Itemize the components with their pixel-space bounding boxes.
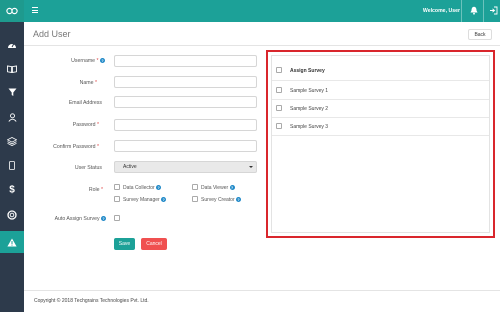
help-icon[interactable]: ?: [101, 216, 106, 222]
help-icon[interactable]: ?: [100, 58, 105, 64]
password-input[interactable]: [114, 119, 257, 131]
help-icon[interactable]: ?: [161, 197, 167, 203]
username-input[interactable]: [114, 55, 257, 67]
logo[interactable]: [0, 0, 24, 22]
assign-survey-panel: Assign Survey Sample Survey 1 Sample Sur…: [266, 50, 495, 238]
sidebar-item-mobile[interactable]: [0, 155, 24, 175]
role-survey-creator-label: Survey Creator ?: [201, 197, 242, 203]
role-survey-creator-checkbox[interactable]: [192, 196, 198, 202]
support-icon: [7, 210, 17, 220]
warning-icon: [7, 238, 17, 246]
assign-survey-header-row: Assign Survey: [272, 62, 489, 81]
user-status-label: User Status: [74, 165, 102, 171]
help-icon[interactable]: ?: [229, 185, 235, 191]
topbar-divider: [483, 0, 484, 22]
menu-icon[interactable]: [32, 7, 38, 15]
list-item[interactable]: Sample Survey 1: [272, 82, 489, 100]
dashboard-icon: [8, 42, 16, 48]
username-label: Username * ?: [71, 58, 105, 64]
footer: Copyright © 2018 Techgrains Technologies…: [24, 290, 500, 312]
layers-icon: [7, 136, 17, 146]
page-header: Add User Back: [24, 22, 500, 46]
svg-text:$: $: [9, 185, 15, 195]
sidebar-item-support[interactable]: [0, 205, 24, 225]
password-label: Password *: [72, 122, 99, 128]
auto-assign-label: Auto Assign Survey ?: [54, 216, 106, 222]
logout-button[interactable]: [489, 6, 498, 17]
role-data-viewer-label: Data Viewer ?: [201, 185, 235, 191]
survey-name: Sample Survey 3: [290, 124, 329, 130]
infinity-logo-icon: [6, 7, 18, 15]
role-survey-manager-label: Survey Manager ?: [123, 197, 167, 203]
assign-survey-header: Assign Survey: [290, 68, 325, 74]
role-data-collector-label: Data Collector ?: [123, 185, 162, 191]
list-item[interactable]: Sample Survey 2: [272, 100, 489, 118]
notifications-button[interactable]: [470, 6, 478, 17]
list-item[interactable]: Sample Survey 3: [272, 118, 489, 136]
help-icon[interactable]: ?: [156, 185, 162, 191]
user-status-select[interactable]: Active: [114, 161, 257, 173]
sidebar-item-dashboard[interactable]: [0, 34, 24, 54]
dollar-icon: $: [9, 185, 15, 195]
email-label: Email Address: [68, 100, 102, 106]
role-survey-manager-checkbox[interactable]: [114, 196, 120, 202]
copyright-text: Copyright © 2018 Techgrains Technologies…: [34, 298, 149, 304]
page-title: Add User: [33, 29, 71, 39]
cancel-button[interactable]: Cancel: [141, 238, 167, 250]
sign-out-icon: [490, 6, 498, 15]
back-button[interactable]: Back: [468, 29, 492, 40]
user-status-value: Active: [123, 164, 137, 170]
sidebar: $: [0, 0, 24, 312]
mobile-icon: [9, 160, 15, 170]
help-icon[interactable]: ?: [236, 197, 242, 203]
auto-assign-checkbox[interactable]: [114, 215, 120, 221]
book-icon: [7, 65, 17, 73]
topbar-divider: [461, 0, 462, 22]
name-input[interactable]: [114, 76, 257, 88]
survey-checkbox[interactable]: [276, 123, 282, 129]
role-data-viewer-checkbox[interactable]: [192, 184, 198, 190]
confirm-password-input[interactable]: [114, 140, 257, 152]
user-icon: [7, 112, 17, 122]
survey-name: Sample Survey 1: [290, 88, 329, 94]
welcome-text: Welcome, User: [422, 8, 460, 14]
bell-icon: [470, 6, 478, 15]
role-label: Role *: [88, 187, 103, 193]
survey-checkbox[interactable]: [276, 87, 282, 93]
sidebar-item-book[interactable]: [0, 59, 24, 79]
top-bar: Welcome, User: [24, 0, 500, 22]
name-label: Name *: [79, 80, 97, 86]
select-all-checkbox[interactable]: [276, 67, 282, 73]
email-input[interactable]: [114, 96, 257, 108]
sidebar-item-billing[interactable]: $: [0, 179, 24, 199]
survey-checkbox[interactable]: [276, 105, 282, 111]
survey-name: Sample Survey 2: [290, 106, 329, 112]
sidebar-item-alerts[interactable]: [0, 231, 24, 253]
confirm-password-label: Confirm Password *: [53, 144, 99, 150]
role-data-collector-checkbox[interactable]: [114, 184, 120, 190]
filter-icon: [8, 88, 16, 96]
chevron-down-icon: [249, 166, 253, 168]
save-button[interactable]: Save: [114, 238, 135, 250]
assign-survey-table: Assign Survey Sample Survey 1 Sample Sur…: [271, 55, 490, 233]
